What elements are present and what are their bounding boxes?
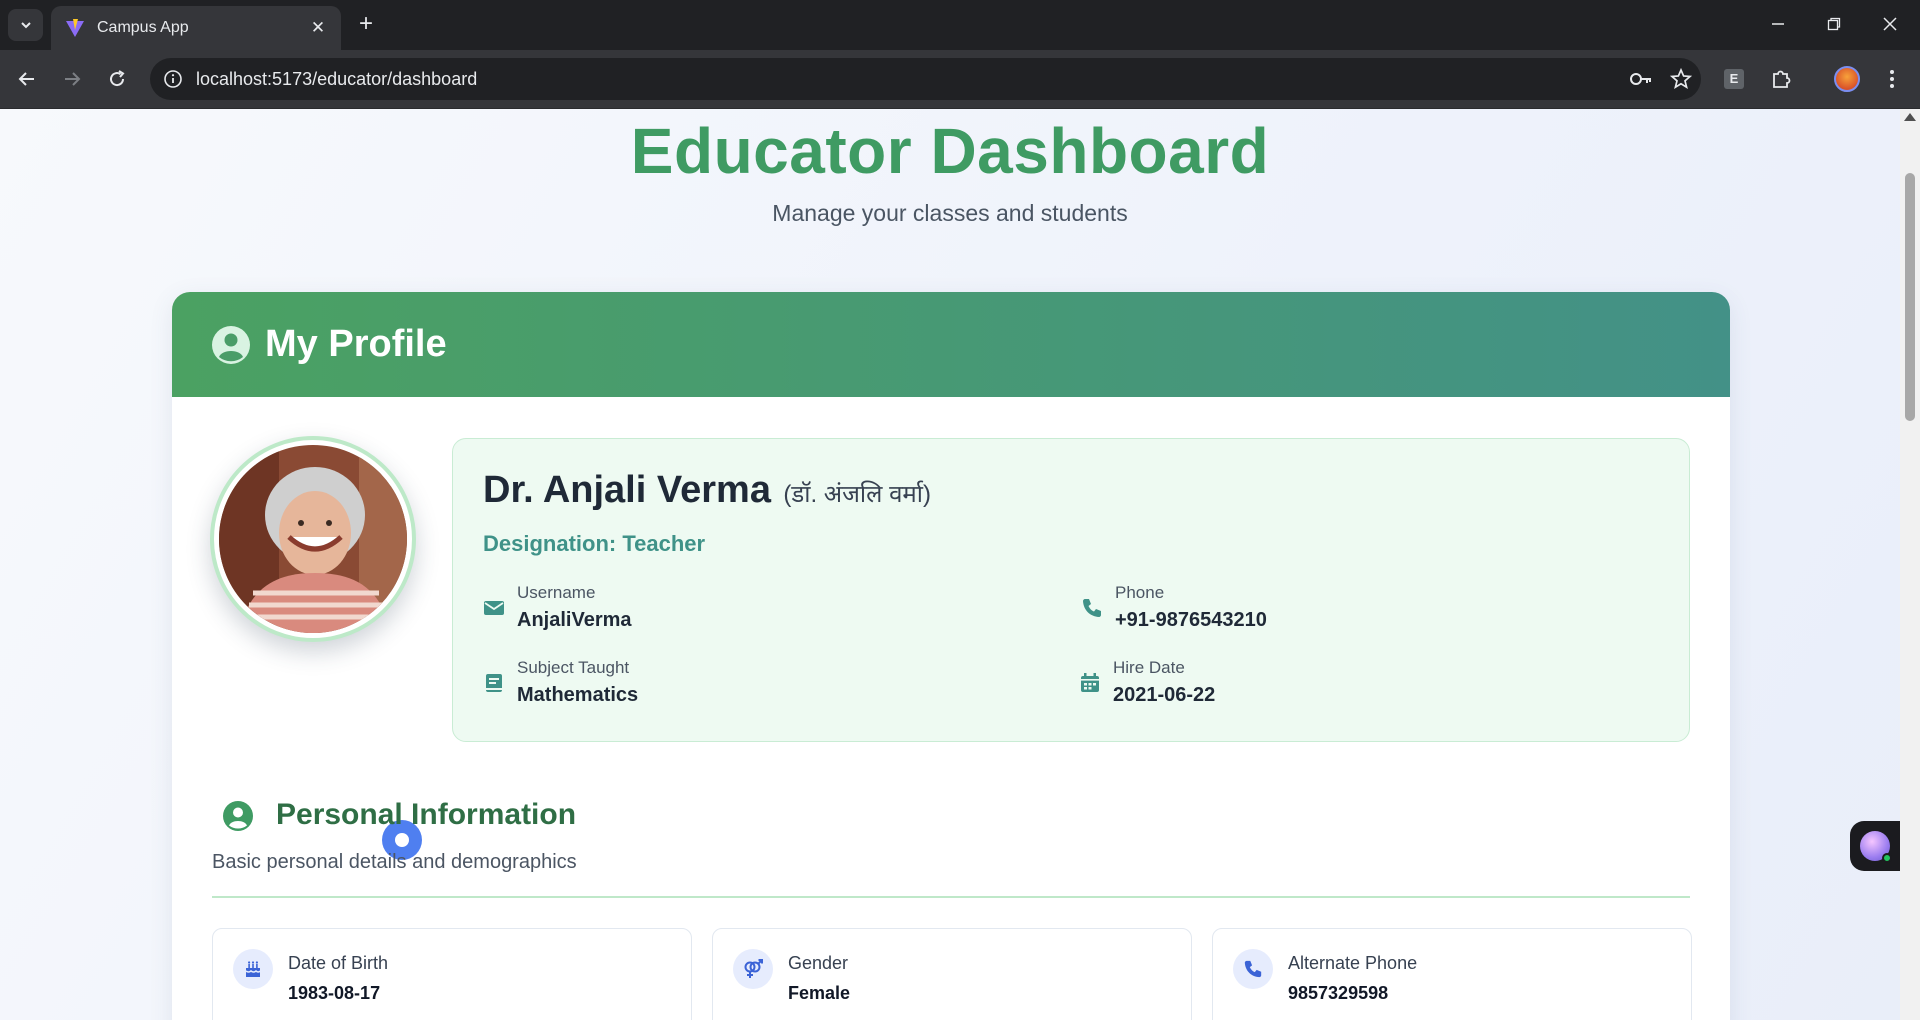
gender-icon (733, 949, 773, 989)
scrollbar-thumb[interactable] (1905, 173, 1915, 421)
profile-designation: Designation: Teacher (483, 531, 706, 556)
phone-icon (1083, 599, 1101, 617)
bookmark-star-icon[interactable] (1661, 68, 1701, 90)
minimize-icon (1772, 23, 1784, 25)
more-vertical-icon (1890, 70, 1894, 88)
section-divider (212, 896, 1690, 898)
puzzle-icon (1773, 70, 1791, 88)
back-button[interactable] (10, 62, 44, 96)
record-dot-icon (395, 833, 409, 847)
field-hire-date-value: 2021-06-22 (1113, 684, 1216, 706)
profile-summary-box: Dr. Anjali Verma (डॉ. अंजलि वर्मा) Desig… (452, 438, 1690, 742)
floating-assistant-button[interactable] (1850, 821, 1900, 871)
book-icon (486, 674, 502, 692)
field-subject-label: Subject Taught (517, 658, 630, 677)
chevron-down-icon (20, 22, 31, 29)
info-tile-alternate-phone: Alternate Phone 9857329598 (1212, 928, 1692, 1020)
arrow-left-icon (18, 72, 34, 86)
browser-tab[interactable]: Campus App ✕ (51, 6, 341, 50)
tile-label: Gender (788, 953, 849, 973)
field-subject-value: Mathematics (517, 684, 639, 706)
minimize-button[interactable] (1753, 8, 1803, 40)
page-scrollbar[interactable] (1900, 109, 1920, 1020)
phone-icon (1233, 949, 1273, 989)
field-subject: Subject Taught Mathematics (483, 658, 638, 707)
profile-photo-frame (210, 436, 416, 642)
forward-button[interactable] (55, 62, 89, 96)
profile-name-hindi: (डॉ. अंजलि वर्मा) (783, 481, 931, 508)
cake-icon (233, 949, 273, 989)
extensions-button[interactable] (1764, 62, 1798, 96)
page-viewport: Educator Dashboard Manage your classes a… (0, 109, 1900, 1020)
field-phone: Phone +91-9876543210 (1081, 583, 1267, 632)
page-subtitle: Manage your classes and students (772, 200, 1128, 226)
profile-avatar-icon (1834, 66, 1860, 92)
tile-label: Date of Birth (288, 953, 389, 973)
tab-title: Campus App (97, 19, 189, 36)
address-bar[interactable]: localhost:5173/educator/dashboard (150, 58, 1701, 100)
field-phone-value: +91-9876543210 (1115, 609, 1267, 631)
password-key-icon[interactable] (1621, 69, 1661, 89)
tab-close-icon[interactable]: ✕ (307, 18, 329, 38)
user-circle-icon (212, 325, 250, 364)
profile-name-row: Dr. Anjali Verma (डॉ. अंजलि वर्मा) (483, 469, 931, 512)
profile-card: My Profile Dr. Anjali Verma (डॉ. अंजलि व… (172, 292, 1730, 1020)
restore-icon (1827, 17, 1841, 31)
browser-tab-bar: Campus App ✕ + (0, 0, 1920, 50)
field-username-label: Username (517, 583, 596, 602)
assistant-avatar-icon (1860, 831, 1892, 863)
extension-e-icon: E (1724, 69, 1744, 89)
url-text: localhost:5173/educator/dashboard (196, 68, 478, 89)
close-icon (1883, 17, 1897, 31)
tile-value: 1983-08-17 (288, 983, 381, 1003)
new-tab-button[interactable]: + (354, 10, 378, 40)
reload-icon (110, 70, 125, 87)
section-title: Personal Information (276, 798, 577, 831)
user-circle-icon (223, 801, 253, 831)
field-phone-label: Phone (1115, 583, 1165, 602)
info-tile-gender: Gender Female (712, 928, 1192, 1020)
browser-menu-button[interactable] (1875, 62, 1909, 96)
restore-button[interactable] (1809, 8, 1859, 40)
close-window-button[interactable] (1865, 8, 1915, 40)
page-title: Educator Dashboard (630, 115, 1270, 187)
tile-value: Female (788, 983, 851, 1003)
arrow-right-icon (65, 72, 81, 86)
field-hire-date: Hire Date 2021-06-22 (1079, 658, 1215, 707)
field-username: Username AnjaliVerma (483, 583, 632, 632)
field-username-value: AnjaliVerma (517, 609, 632, 631)
profile-card-title: My Profile (265, 323, 447, 365)
profile-photo (219, 445, 407, 633)
profile-card-header: My Profile (172, 292, 1730, 397)
scroll-up-arrow-icon[interactable] (1904, 113, 1916, 121)
tile-label: Alternate Phone (1288, 953, 1418, 973)
tab-search-button[interactable] (8, 9, 43, 41)
extension-e-button[interactable]: E (1717, 62, 1751, 96)
vite-logo-icon (66, 19, 84, 37)
info-tile-date-of-birth: Date of Birth 1983-08-17 (212, 928, 692, 1020)
browser-toolbar: localhost:5173/educator/dashboard E (0, 50, 1920, 109)
section-subtitle: Basic personal details and demographics (212, 851, 577, 873)
profile-name: Dr. Anjali Verma (483, 469, 771, 511)
tile-value: 9857329598 (1288, 983, 1389, 1003)
envelope-icon (484, 601, 504, 615)
online-status-dot (1882, 853, 1892, 863)
reload-button[interactable] (100, 62, 134, 96)
calendar-icon (1081, 673, 1099, 692)
site-info-icon[interactable] (150, 69, 196, 89)
profile-button[interactable] (1830, 62, 1864, 96)
field-hire-date-label: Hire Date (1113, 658, 1185, 677)
